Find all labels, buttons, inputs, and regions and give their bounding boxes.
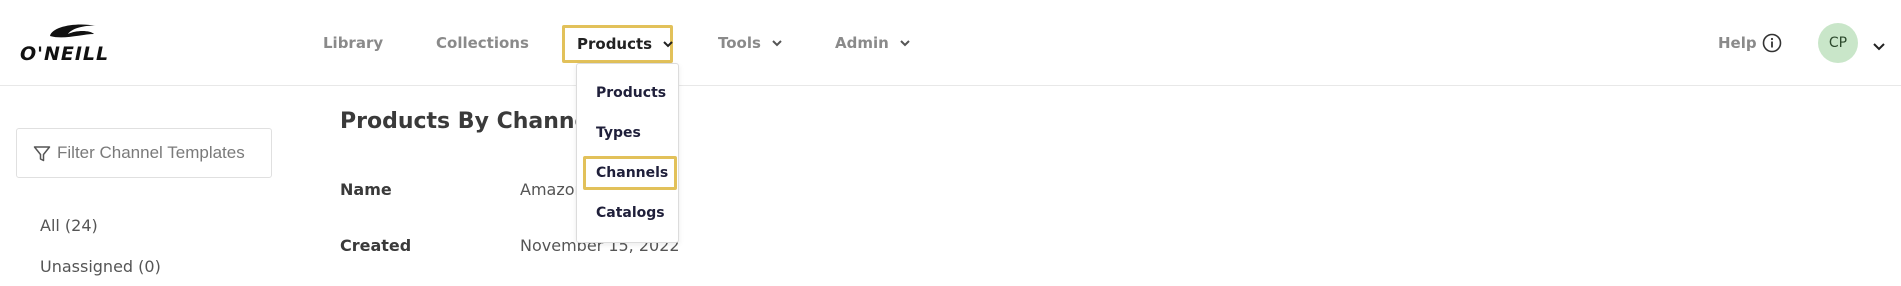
oneill-wave-logo-icon: O'NEILL — [20, 24, 109, 64]
nav-admin-menu[interactable]: Admin — [835, 31, 910, 55]
nav-tools-menu[interactable]: Tools — [718, 31, 782, 55]
help-link[interactable]: Help — [1718, 31, 1757, 55]
field-label-name: Name — [340, 180, 392, 199]
info-icon[interactable] — [1762, 33, 1782, 53]
nav-library-label: Library — [323, 34, 384, 52]
chevron-down-icon[interactable] — [1873, 36, 1885, 55]
svg-text:O'NEILL: O'NEILL — [20, 43, 109, 64]
field-label-created: Created — [340, 236, 412, 255]
products-dropdown-menu: Products Types Channels Catalogs — [576, 63, 679, 243]
sidebar-link-unassigned[interactable]: Unassigned (0) — [40, 257, 161, 276]
menu-item-products[interactable]: Products — [577, 78, 680, 108]
user-avatar[interactable]: CP — [1818, 23, 1858, 63]
menu-item-channels[interactable]: Channels — [583, 156, 677, 190]
chevron-down-icon — [772, 30, 782, 54]
brand-logo[interactable]: O'NEILL — [20, 22, 142, 64]
field-value-name: Amazon — [520, 180, 585, 199]
nav-products-label: Products — [577, 35, 653, 53]
top-navigation-bar: O'NEILL Library Collections Products Too… — [0, 0, 1901, 86]
nav-collections-label: Collections — [436, 34, 529, 52]
filter-channel-templates — [16, 128, 272, 178]
chevron-down-icon — [663, 27, 674, 59]
nav-tools-label: Tools — [718, 34, 761, 52]
filter-input[interactable] — [57, 129, 267, 177]
sidebar-link-all[interactable]: All (24) — [40, 216, 98, 235]
page-title: Products By Channel — [340, 109, 598, 134]
nav-library[interactable]: Library — [323, 31, 383, 55]
filter-funnel-icon — [33, 145, 51, 167]
menu-item-types[interactable]: Types — [577, 118, 680, 148]
nav-products-menu[interactable]: Products — [562, 25, 674, 63]
chevron-down-icon — [900, 30, 910, 54]
nav-collections[interactable]: Collections — [436, 31, 529, 55]
nav-admin-label: Admin — [835, 34, 889, 52]
menu-item-catalogs[interactable]: Catalogs — [577, 198, 680, 228]
